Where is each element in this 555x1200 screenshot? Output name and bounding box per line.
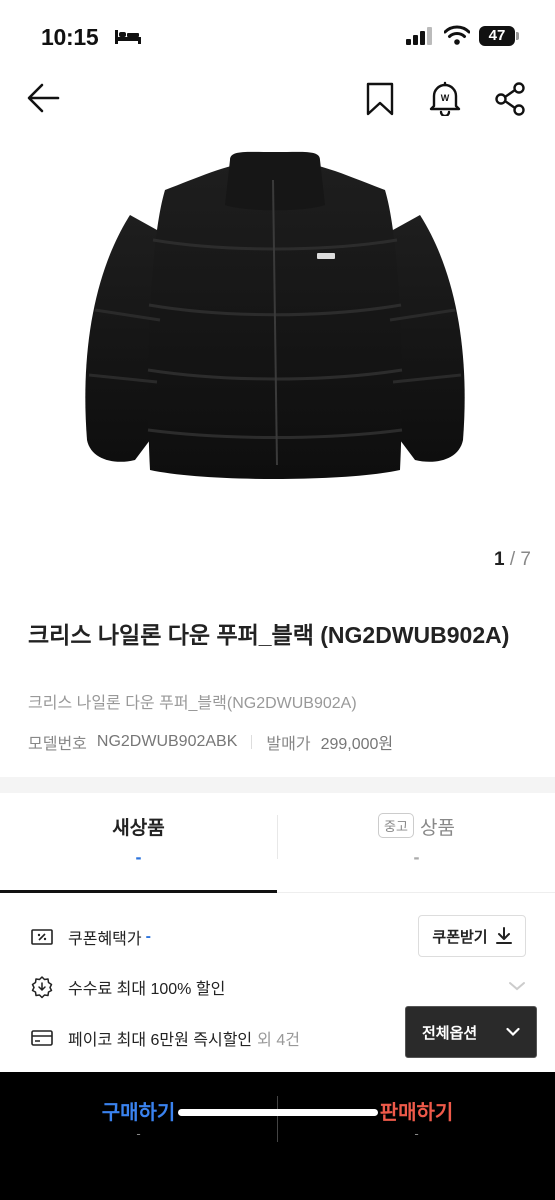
model-number-label: 모델번호 — [28, 736, 87, 753]
back-arrow-icon[interactable] — [26, 82, 60, 114]
bookmark-icon[interactable] — [364, 82, 396, 116]
release-price-value: 299,000원 — [320, 736, 394, 753]
tab-new-price: - — [135, 847, 142, 867]
coupon-benefit-row: 쿠폰혜택가 - — [30, 925, 151, 949]
product-image[interactable] — [45, 120, 505, 585]
coupon-benefit-label: 쿠폰혜택가 — [68, 931, 142, 948]
meta-divider — [251, 735, 253, 749]
release-price-label: 발매가 — [266, 736, 311, 753]
bottom-action-bar: 구매하기 - 판매하기 - — [0, 1072, 555, 1200]
product-subtitle: 크리스 나일론 다운 푸퍼_블랙(NG2DWUB902A) — [28, 695, 357, 712]
page-separator: / — [509, 549, 516, 570]
tab-used-label-wrap: 중고 상품 — [278, 813, 555, 840]
image-page-counter: 1 / 7 — [494, 549, 531, 571]
fee-benefit-label: 수수료 최대 100% 할인 — [68, 981, 226, 998]
tab-used-price: - — [413, 847, 420, 867]
product-meta: 모델번호 NG2DWUB902ABK 발매가 299,000원 — [28, 730, 393, 754]
discount-badge-icon — [31, 976, 53, 999]
page-current: 1 — [494, 549, 505, 570]
coupon-icon — [31, 929, 53, 945]
active-tab-indicator — [0, 890, 277, 893]
section-divider — [0, 777, 555, 793]
tab-used-product[interactable]: 중고 상품 - — [278, 793, 555, 893]
share-icon[interactable] — [494, 82, 526, 116]
payco-benefit-row[interactable]: 페이코 최대 6만원 즉시할인 외 4건 — [30, 1026, 300, 1050]
battery-cap — [516, 32, 519, 40]
download-icon — [495, 927, 512, 944]
product-title: 크리스 나일론 다운 푸퍼_블랙 (NG2DWUB902A) — [28, 622, 510, 648]
payco-benefit-extra: 외 4건 — [257, 1032, 300, 1049]
model-number-value: NG2DWUB902ABK — [96, 733, 238, 750]
get-coupon-label: 쿠폰받기 — [432, 928, 488, 946]
bed-icon — [115, 30, 141, 44]
card-icon — [31, 1030, 53, 1046]
sell-price: - — [414, 1126, 419, 1141]
tab-used-label: 상품 — [419, 818, 455, 839]
get-coupon-button[interactable]: 쿠폰받기 — [418, 915, 526, 957]
price-alarm-icon[interactable]: W — [428, 80, 462, 116]
all-options-label: 전체옵션 — [422, 1024, 478, 1042]
svg-text:W: W — [441, 93, 450, 103]
page-total: 7 — [520, 549, 531, 570]
signal-icon — [406, 27, 432, 45]
used-chip: 중고 — [378, 813, 414, 838]
home-indicator — [178, 1109, 378, 1116]
tab-new-label: 새상품 — [112, 818, 165, 839]
payco-benefit-label: 페이코 최대 6만원 즉시할인 — [68, 1032, 253, 1049]
status-bar: 10:15 47 — [0, 0, 555, 70]
status-time: 10:15 — [41, 24, 99, 50]
chevron-down-icon[interactable] — [508, 980, 526, 992]
puffer-jacket-image — [85, 151, 465, 479]
buy-price: - — [136, 1126, 141, 1141]
condition-tabs: 새상품 - 중고 상품 - — [0, 793, 555, 893]
wifi-icon — [444, 25, 470, 45]
fee-benefit-row[interactable]: 수수료 최대 100% 할인 — [30, 975, 225, 999]
coupon-benefit-value: - — [145, 928, 151, 945]
chevron-down-icon — [506, 1027, 520, 1037]
all-options-dropdown[interactable]: 전체옵션 — [405, 1006, 537, 1058]
battery-indicator: 47 — [479, 26, 515, 46]
tab-new-product[interactable]: 새상품 - — [0, 793, 277, 893]
tab-baseline — [277, 892, 555, 893]
